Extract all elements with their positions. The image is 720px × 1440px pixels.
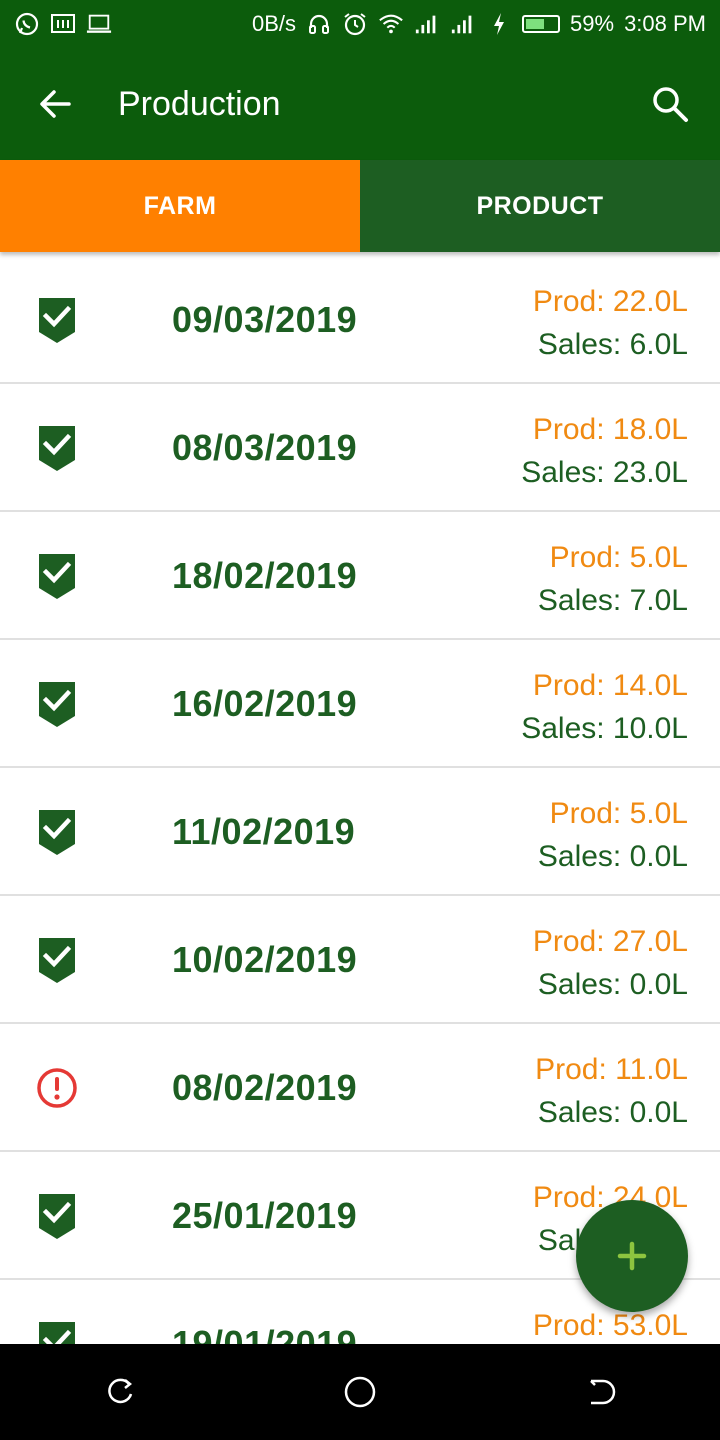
sales-value: Sales: 23.0L xyxy=(521,456,688,489)
sales-value: Sales: 10.0L xyxy=(521,712,688,745)
record-values: Prod: 11.0L Sales: 0.0L xyxy=(535,1048,688,1134)
record-values: Prod: 5.0L Sales: 7.0L xyxy=(538,536,688,622)
list-item[interactable]: 08/03/2019 Prod: 18.0L Sales: 23.0L xyxy=(0,384,720,512)
production-value: Prod: 11.0L xyxy=(535,1053,688,1086)
search-icon xyxy=(653,87,688,122)
sales-value: Sales: 0.0L xyxy=(537,1096,688,1129)
alarm-icon xyxy=(342,11,368,37)
record-date: 18/02/2019 xyxy=(172,555,358,596)
list-item[interactable]: 18/02/2019 Prod: 5.0L Sales: 7.0L xyxy=(0,512,720,640)
plus-icon xyxy=(617,1241,647,1271)
check-shield-icon xyxy=(36,808,78,856)
production-value: Prod: 5.0L xyxy=(549,797,688,830)
battery-percent: 59% xyxy=(570,11,615,36)
record-values: Prod: 53.0LSales: 0.0L xyxy=(533,1304,688,1344)
headphones-icon xyxy=(306,11,332,37)
network-speed: 0B/s xyxy=(251,11,297,36)
status-bar: 0B/s 59% 3:08 PM xyxy=(0,0,720,48)
page-title: Production xyxy=(118,84,281,123)
alert-circle-icon xyxy=(36,1064,78,1112)
check-shield-icon xyxy=(36,296,78,344)
record-date: 11/02/2019 xyxy=(172,811,356,852)
production-value: Prod: 22.0L xyxy=(532,285,688,318)
tab-farm[interactable]: FARM xyxy=(0,160,360,252)
sales-value: Sales: 6.0L xyxy=(537,328,688,361)
signal-1-icon xyxy=(414,11,440,37)
check-shield-icon xyxy=(36,552,78,600)
record-date: 10/02/2019 xyxy=(172,939,358,980)
arrow-left-icon xyxy=(40,90,71,118)
record-values: Prod: 22.0L Sales: 6.0L xyxy=(533,280,688,366)
sim-card-icon xyxy=(50,11,76,37)
check-shield-icon xyxy=(36,936,78,984)
signal-2-icon xyxy=(450,11,476,37)
record-values: Prod: 14.0L Sales: 10.0L xyxy=(521,664,688,750)
record-date: 09/03/2019 xyxy=(172,299,358,340)
add-record-button[interactable] xyxy=(576,1200,688,1312)
home-icon xyxy=(344,1376,376,1408)
sales-value: Sales: 0.0L xyxy=(537,968,688,1001)
production-value: Prod: 14.0L xyxy=(532,669,688,702)
record-date: 08/02/2019 xyxy=(172,1067,358,1108)
record-values: Prod: 18.0L Sales: 23.0L xyxy=(521,408,688,494)
list-item[interactable]: 11/02/2019 Prod: 5.0L Sales: 0.0L xyxy=(0,768,720,896)
system-nav-bar xyxy=(0,1344,720,1440)
sales-value: Sales: 7.0L xyxy=(537,584,688,617)
back-button[interactable] xyxy=(0,48,110,160)
check-shield-icon xyxy=(36,424,78,472)
production-value: Prod: 18.0L xyxy=(532,413,688,446)
check-shield-icon xyxy=(36,680,78,728)
whatsapp-icon xyxy=(14,11,40,37)
back-nav-icon xyxy=(590,1379,616,1405)
search-button[interactable] xyxy=(620,48,720,160)
laptop-icon xyxy=(86,11,112,37)
wifi-icon xyxy=(378,11,404,37)
clock: 3:08 PM xyxy=(624,11,706,36)
list-item[interactable]: 08/02/2019 Prod: 11.0L Sales: 0.0L xyxy=(0,1024,720,1152)
charging-icon xyxy=(486,11,512,37)
app-bar: Production xyxy=(0,48,720,160)
home-button[interactable] xyxy=(320,1352,400,1432)
record-values: Prod: 27.0L Sales: 0.0L xyxy=(533,920,688,1006)
sales-value: Sales: 0.0L xyxy=(537,840,688,873)
production-value: Prod: 27.0L xyxy=(532,925,688,958)
record-date: 19/01/2019 xyxy=(172,1323,358,1344)
recent-apps-button[interactable] xyxy=(80,1352,160,1432)
recent-apps-icon xyxy=(108,1378,133,1404)
record-values: Prod: 5.0L Sales: 0.0L xyxy=(538,792,688,878)
list-item[interactable]: 16/02/2019 Prod: 14.0L Sales: 10.0L xyxy=(0,640,720,768)
check-shield-icon xyxy=(36,1192,78,1240)
production-value: Prod: 53.0L xyxy=(532,1309,688,1342)
tab-product[interactable]: PRODUCT xyxy=(360,160,720,252)
check-shield-icon xyxy=(36,1320,78,1344)
record-date: 16/02/2019 xyxy=(172,683,358,724)
list-item[interactable]: 10/02/2019 Prod: 27.0L Sales: 0.0L xyxy=(0,896,720,1024)
record-date: 08/03/2019 xyxy=(172,427,358,468)
back-nav-button[interactable] xyxy=(560,1352,640,1432)
battery-icon xyxy=(522,15,561,33)
production-list[interactable]: 09/03/2019 Prod: 22.0L Sales: 6.0L 08/03/20… xyxy=(0,256,720,1344)
list-item[interactable]: 09/03/2019 Prod: 22.0L Sales: 6.0L xyxy=(0,256,720,384)
production-value: Prod: 5.0L xyxy=(549,541,688,574)
tab-bar: FARM PRODUCT xyxy=(0,160,720,252)
record-date: 25/01/2019 xyxy=(172,1195,358,1236)
